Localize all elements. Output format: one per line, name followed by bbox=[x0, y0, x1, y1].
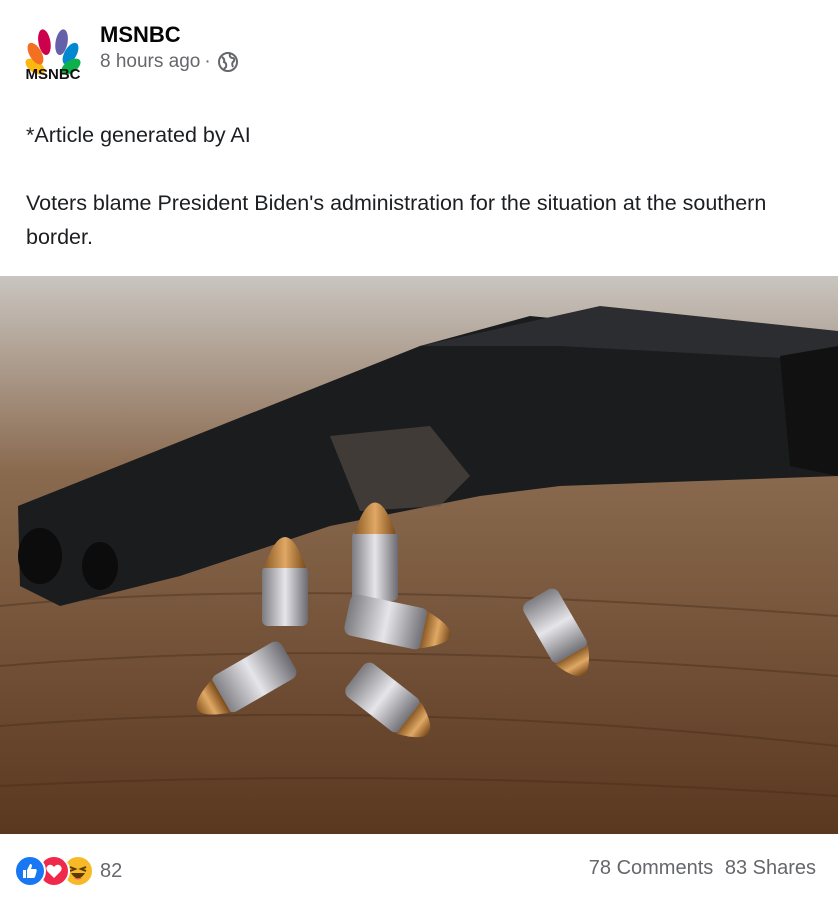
logo-text: MSNBC bbox=[26, 66, 81, 82]
shares-count-link[interactable]: 83 Shares bbox=[725, 857, 816, 879]
engagement-counts: 78 Comments 83 Shares bbox=[589, 857, 816, 880]
post-photo[interactable] bbox=[0, 276, 838, 834]
post-message: Voters blame President Biden's administr… bbox=[26, 191, 767, 249]
post-timestamp[interactable]: 8 hours ago bbox=[100, 51, 200, 73]
post-body: *Article generated by AI Voters blame Pr… bbox=[26, 118, 816, 254]
page-name-link[interactable]: MSNBC bbox=[100, 22, 181, 48]
globe-icon[interactable] bbox=[217, 51, 239, 73]
post-meta: 8 hours ago · bbox=[100, 51, 239, 73]
meta-separator: · bbox=[204, 51, 211, 72]
post-footer: 82 78 Comments 83 Shares bbox=[0, 835, 838, 915]
post-disclaimer: *Article generated by AI bbox=[26, 123, 251, 147]
reaction-count[interactable]: 82 bbox=[100, 860, 122, 883]
post-header: MSNBC MSNBC 8 hours ago · bbox=[0, 0, 838, 100]
reaction-summary[interactable]: 82 bbox=[14, 855, 122, 887]
msnbc-logo-avatar[interactable]: MSNBC bbox=[20, 22, 86, 83]
like-icon bbox=[14, 855, 46, 887]
comments-count-link[interactable]: 78 Comments bbox=[589, 857, 714, 879]
